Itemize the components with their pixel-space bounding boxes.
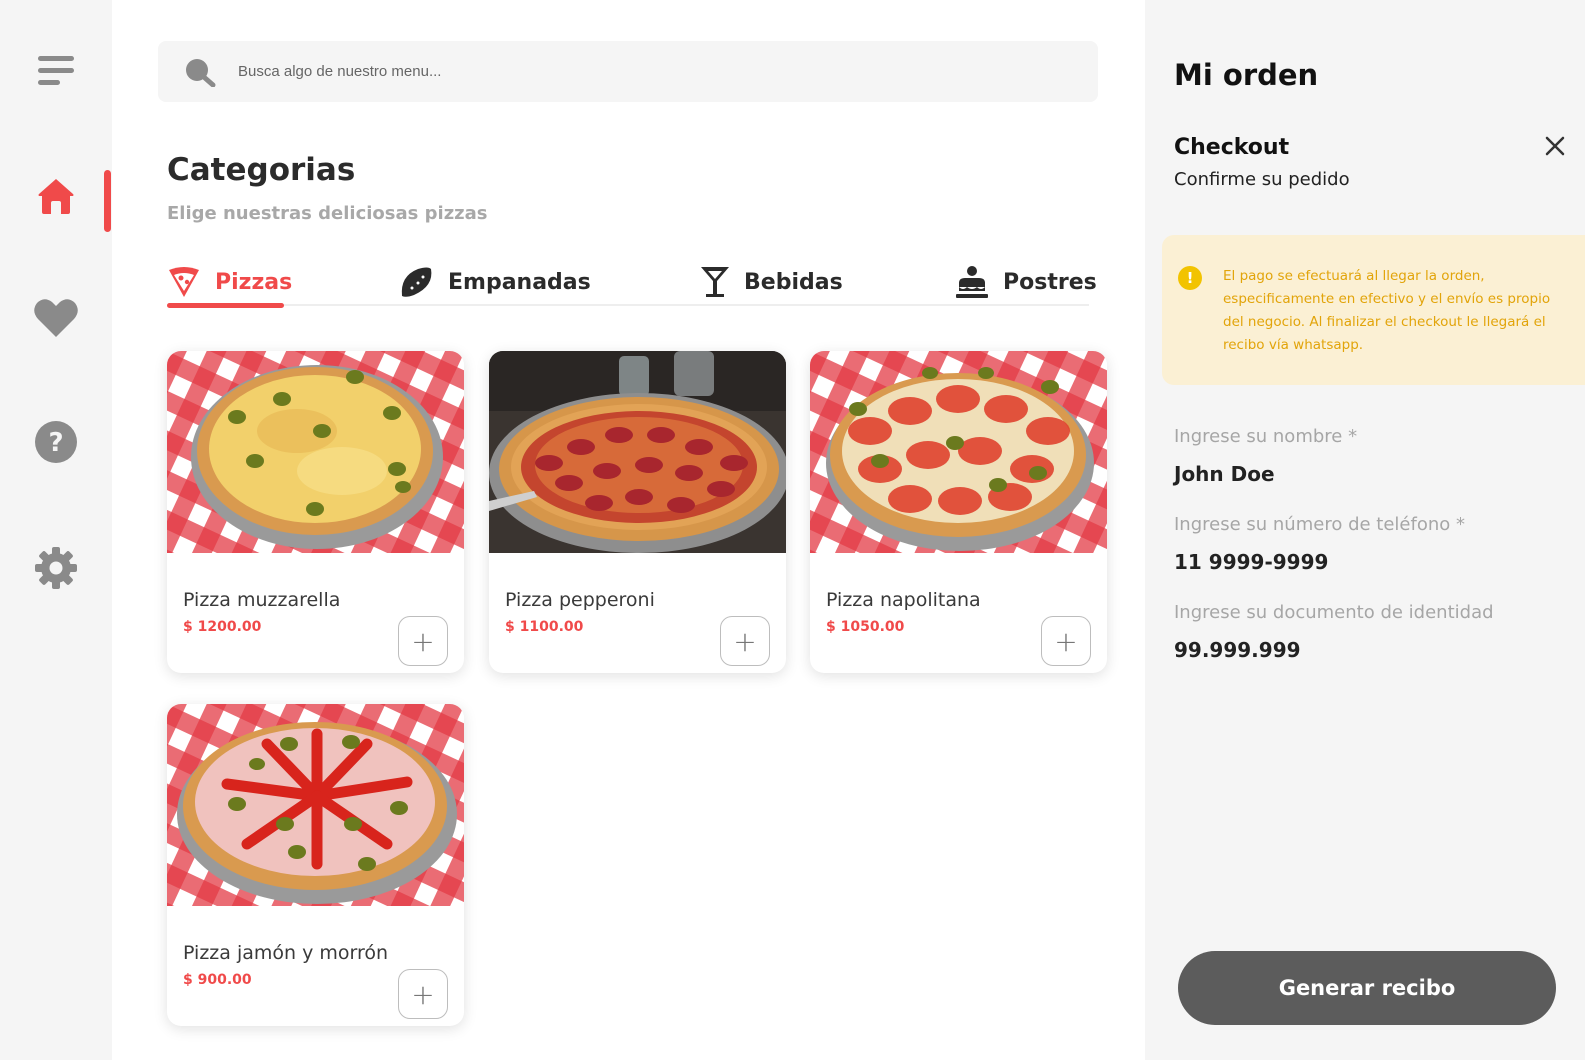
name-field[interactable]: John Doe xyxy=(1174,462,1275,486)
tab-label: Pizzas xyxy=(215,269,293,295)
gear-icon xyxy=(35,547,77,589)
tab-label: Empanadas xyxy=(448,269,591,295)
tabs-divider xyxy=(167,304,1089,306)
categories-subtitle: Elige nuestras deliciosas pizzas xyxy=(167,203,488,224)
active-tab-underline xyxy=(167,303,284,308)
add-to-order-button[interactable]: + xyxy=(398,616,448,666)
product-image-muzzarella xyxy=(167,351,464,553)
svg-text:?: ? xyxy=(48,428,63,458)
search-input[interactable] xyxy=(238,41,1078,102)
product-price: $ 900.00 xyxy=(183,972,252,988)
order-title: Mi orden xyxy=(1174,58,1319,92)
document-field-label: Ingrese su documento de identidad xyxy=(1174,602,1494,623)
tab-postres[interactable]: Postres xyxy=(955,262,1097,302)
tab-bebidas[interactable]: Bebidas xyxy=(700,262,843,302)
phone-field[interactable]: 11 9999-9999 xyxy=(1174,550,1328,574)
name-field-label: Ingrese su nombre * xyxy=(1174,426,1358,447)
checkout-subtitle: Confirme su pedido xyxy=(1174,169,1350,190)
checkout-title: Checkout xyxy=(1174,135,1290,160)
order-panel: Mi orden Checkout Confirme su pedido ! E… xyxy=(1145,0,1585,1060)
add-to-order-button[interactable]: + xyxy=(1041,616,1091,666)
product-card[interactable]: Pizza pepperoni $ 1100.00 + xyxy=(489,351,786,673)
product-name: Pizza napolitana xyxy=(826,589,981,611)
sidebar-item-help[interactable]: ? xyxy=(0,410,112,474)
empanada-icon xyxy=(401,267,432,297)
product-name: Pizza jamón y morrón xyxy=(183,942,389,964)
close-icon[interactable] xyxy=(1543,134,1567,158)
menu-button[interactable] xyxy=(0,39,112,103)
search-icon xyxy=(186,59,216,87)
tab-pizzas[interactable]: Pizzas xyxy=(167,262,292,302)
product-price: $ 1050.00 xyxy=(826,619,905,635)
product-card[interactable]: Pizza napolitana $ 1050.00 + xyxy=(810,351,1107,673)
tab-label: Postres xyxy=(1003,269,1097,295)
cocktail-icon xyxy=(701,267,729,297)
warning-icon: ! xyxy=(1178,266,1202,290)
active-indicator xyxy=(104,170,111,232)
product-price: $ 1100.00 xyxy=(505,619,584,635)
sidebar-item-settings[interactable] xyxy=(0,536,112,600)
categories-title: Categorias xyxy=(167,152,356,188)
product-card[interactable]: Pizza jamón y morrón $ 900.00 + xyxy=(167,704,464,1026)
home-icon xyxy=(38,179,74,214)
pizza-slice-icon xyxy=(169,267,199,297)
tab-label: Bebidas xyxy=(744,269,843,295)
sidebar-item-home[interactable] xyxy=(0,164,112,228)
payment-notice: ! El pago se efectuará al llegar la orde… xyxy=(1162,235,1585,385)
product-image-pepperoni xyxy=(489,351,786,553)
sidebar: ? xyxy=(0,0,112,1060)
phone-field-label: Ingrese su número de teléfono * xyxy=(1174,514,1465,535)
product-card[interactable]: Pizza muzzarella $ 1200.00 + xyxy=(167,351,464,673)
help-icon: ? xyxy=(35,421,77,463)
product-price: $ 1200.00 xyxy=(183,619,262,635)
notice-text: El pago se efectuará al llegar la orden,… xyxy=(1223,268,1551,353)
product-image-jamon-morron xyxy=(167,704,464,906)
product-image-napolitana xyxy=(810,351,1107,553)
product-name: Pizza pepperoni xyxy=(505,589,655,611)
cake-icon xyxy=(956,266,988,298)
add-to-order-button[interactable]: + xyxy=(398,969,448,1019)
heart-icon xyxy=(34,299,78,337)
menu-icon xyxy=(38,56,74,85)
search-bar xyxy=(158,41,1098,102)
product-name: Pizza muzzarella xyxy=(183,589,341,611)
add-to-order-button[interactable]: + xyxy=(720,616,770,666)
generate-receipt-button[interactable]: Generar recibo xyxy=(1178,951,1556,1025)
document-field[interactable]: 99.999.999 xyxy=(1174,638,1301,662)
tab-empanadas[interactable]: Empanadas xyxy=(400,262,591,302)
sidebar-item-favorites[interactable] xyxy=(0,286,112,350)
